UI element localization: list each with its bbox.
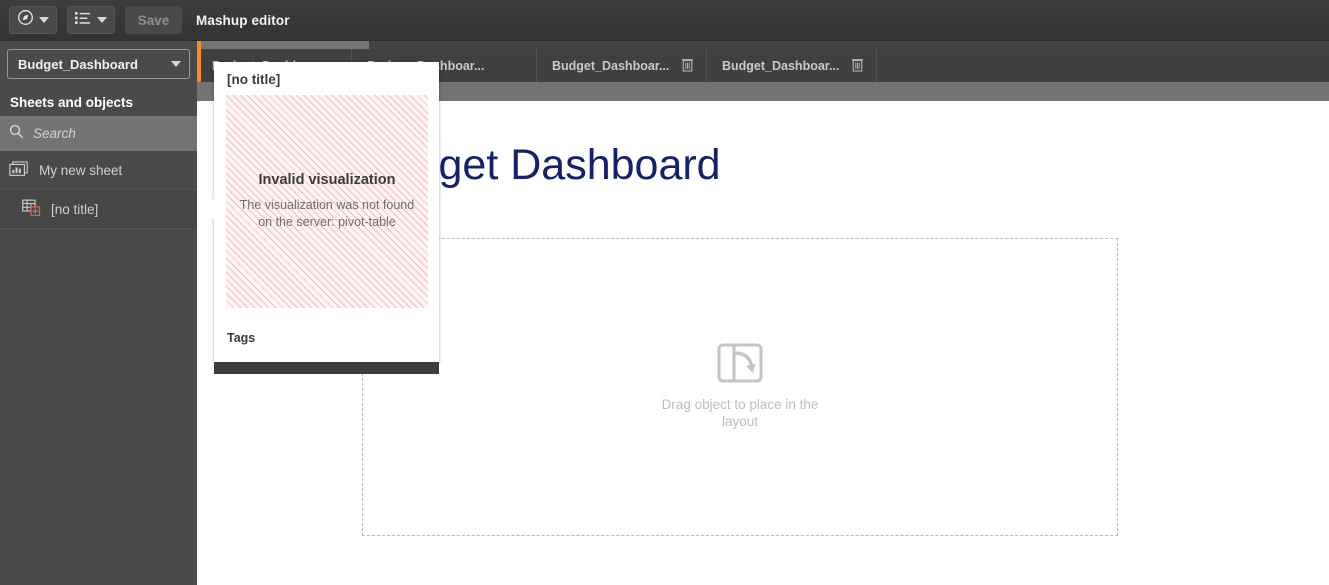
navigation-menu-button[interactable]	[9, 6, 57, 34]
invalid-visualization-placeholder: Invalid visualization The visualization …	[226, 95, 428, 308]
left-sidebar: Budget_Dashboard Sheets and objects Sear…	[0, 41, 197, 585]
page-title: Mashup editor	[196, 12, 290, 28]
app-selector-dropdown[interactable]: Budget_Dashboard	[7, 49, 190, 79]
tab-budget-dashboard-4[interactable]: Budget_Dashboar...	[707, 49, 877, 82]
sidebar-item-label: [no title]	[51, 201, 99, 217]
layout-dropzone[interactable]: Drag object to place in the layout	[362, 238, 1118, 536]
trash-icon[interactable]	[681, 57, 694, 75]
tab-scrollbar-track[interactable]	[197, 41, 1329, 49]
search-placeholder: Search	[33, 126, 76, 141]
trash-icon[interactable]	[851, 57, 864, 75]
chevron-down-icon	[171, 61, 181, 67]
invalid-visualization-message: The visualization was not found on the s…	[239, 198, 415, 229]
top-toolbar: Save Mashup editor	[0, 0, 1329, 41]
table-add-icon	[22, 199, 41, 219]
tab-budget-dashboard-3[interactable]: Budget_Dashboar...	[537, 49, 707, 82]
drag-object-icon	[717, 343, 763, 388]
tab-label: Budget_Dashboar...	[722, 58, 840, 73]
tags-label: Tags	[227, 331, 256, 345]
popup-pointer-arrow	[203, 198, 215, 220]
app-selector-label: Budget_Dashboard	[18, 56, 138, 72]
sheets-and-objects-heading: Sheets and objects	[10, 95, 134, 110]
sidebar-item-my-new-sheet[interactable]: My new sheet	[0, 151, 197, 190]
sheet-icon	[9, 160, 29, 180]
chevron-down-icon	[39, 17, 49, 23]
list-icon	[75, 11, 92, 30]
chevron-down-icon	[97, 17, 107, 23]
tab-label: Budget_Dashboar...	[552, 58, 670, 73]
compass-icon	[17, 9, 34, 31]
object-preview-popup: [no title] Invalid visualization The vis…	[214, 62, 439, 362]
sidebar-item-no-title[interactable]: [no title]	[0, 190, 197, 229]
search-icon	[9, 124, 24, 144]
popup-title: [no title]	[227, 72, 281, 87]
search-input[interactable]: Search	[0, 116, 197, 151]
tab-scrollbar-thumb[interactable]	[201, 41, 369, 49]
invalid-visualization-heading: Invalid visualization	[258, 172, 396, 189]
mashup-editor-window: Save Mashup editor Budget_Dashboard Shee…	[0, 0, 1329, 585]
active-tab-accent	[197, 41, 201, 82]
save-button[interactable]: Save	[125, 6, 182, 34]
sidebar-item-label: My new sheet	[39, 162, 123, 178]
object-list-button[interactable]	[67, 6, 115, 34]
dropzone-label: Drag object to place in the layout	[661, 397, 819, 429]
popup-bottom-shadow	[214, 362, 439, 374]
